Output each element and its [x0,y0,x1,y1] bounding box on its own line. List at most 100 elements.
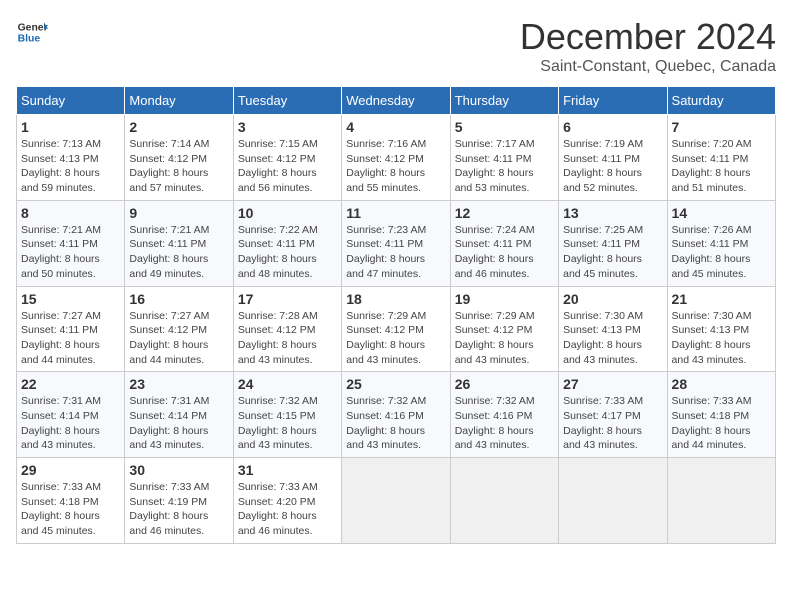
day-number: 8 [21,205,120,221]
day-number: 3 [238,119,337,135]
header-thursday: Thursday [450,87,558,115]
calendar-day-cell: 28 Sunrise: 7:33 AM Sunset: 4:18 PM Dayli… [667,372,775,458]
day-number: 14 [672,205,771,221]
calendar-day-cell: 22 Sunrise: 7:31 AM Sunset: 4:14 PM Dayli… [17,372,125,458]
day-number: 28 [672,376,771,392]
day-number: 11 [346,205,445,221]
calendar-day-cell: 4 Sunrise: 7:16 AM Sunset: 4:12 PM Daylig… [342,115,450,201]
day-info: Sunrise: 7:16 AM Sunset: 4:12 PM Dayligh… [346,137,445,196]
day-info: Sunrise: 7:33 AM Sunset: 4:19 PM Dayligh… [129,480,228,539]
day-number: 27 [563,376,662,392]
calendar-day-cell: 16 Sunrise: 7:27 AM Sunset: 4:12 PM Dayli… [125,286,233,372]
day-info: Sunrise: 7:32 AM Sunset: 4:16 PM Dayligh… [455,394,554,453]
calendar-day-cell: 17 Sunrise: 7:28 AM Sunset: 4:12 PM Dayli… [233,286,341,372]
page-container: General Blue General Blue December 2024 … [16,16,776,544]
header-friday: Friday [559,87,667,115]
calendar-day-cell [342,458,450,544]
calendar-week-row: 1 Sunrise: 7:13 AM Sunset: 4:13 PM Daylig… [17,115,776,201]
day-number: 6 [563,119,662,135]
calendar-day-cell [559,458,667,544]
day-info: Sunrise: 7:23 AM Sunset: 4:11 PM Dayligh… [346,223,445,282]
day-info: Sunrise: 7:27 AM Sunset: 4:12 PM Dayligh… [129,309,228,368]
calendar-day-cell: 20Sunrise: 7:30 AM Sunset: 4:13 PM Dayli… [559,286,667,372]
calendar-day-cell: 3Sunrise: 7:15 AM Sunset: 4:12 PM Daylig… [233,115,341,201]
day-info: Sunrise: 7:29 AM Sunset: 4:12 PM Dayligh… [455,309,554,368]
day-number: 29 [21,462,120,478]
day-info: Sunrise: 7:28 AM Sunset: 4:12 PM Dayligh… [238,309,337,368]
calendar-day-cell: 18 Sunrise: 7:29 AM Sunset: 4:12 PM Dayli… [342,286,450,372]
day-number: 4 [346,119,445,135]
calendar-day-cell: 7 Sunrise: 7:20 AM Sunset: 4:11 PM Daylig… [667,115,775,201]
day-number: 15 [21,291,120,307]
calendar-day-cell: 6 Sunrise: 7:19 AM Sunset: 4:11 PM Daylig… [559,115,667,201]
calendar-day-cell: 26 Sunrise: 7:32 AM Sunset: 4:16 PM Dayli… [450,372,558,458]
day-info: Sunrise: 7:33 AM Sunset: 4:18 PM Dayligh… [21,480,120,539]
day-info: Sunrise: 7:13 AM Sunset: 4:13 PM Dayligh… [21,137,120,196]
day-info: Sunrise: 7:21 AM Sunset: 4:11 PM Dayligh… [129,223,228,282]
day-number: 30 [129,462,228,478]
day-info: Sunrise: 7:20 AM Sunset: 4:11 PM Dayligh… [672,137,771,196]
day-number: 24 [238,376,337,392]
day-info: Sunrise: 7:26 AM Sunset: 4:11 PM Dayligh… [672,223,771,282]
calendar-day-cell: 23Sunrise: 7:31 AM Sunset: 4:14 PM Dayli… [125,372,233,458]
day-info: Sunrise: 7:19 AM Sunset: 4:11 PM Dayligh… [563,137,662,196]
day-info: Sunrise: 7:32 AM Sunset: 4:16 PM Dayligh… [346,394,445,453]
logo: General Blue General Blue [16,16,48,48]
calendar-day-cell: 25 Sunrise: 7:32 AM Sunset: 4:16 PM Dayli… [342,372,450,458]
calendar-table: Sunday Monday Tuesday Wednesday Thursday… [16,86,776,544]
day-number: 19 [455,291,554,307]
header-wednesday: Wednesday [342,87,450,115]
day-number: 9 [129,205,228,221]
calendar-day-cell: 8 Sunrise: 7:21 AM Sunset: 4:11 PM Daylig… [17,200,125,286]
calendar-week-row: 22 Sunrise: 7:31 AM Sunset: 4:14 PM Dayli… [17,372,776,458]
weekday-header-row: Sunday Monday Tuesday Wednesday Thursday… [17,87,776,115]
day-info: Sunrise: 7:14 AM Sunset: 4:12 PM Dayligh… [129,137,228,196]
day-info: Sunrise: 7:31 AM Sunset: 4:14 PM Dayligh… [21,394,120,453]
page-subtitle: Saint-Constant, Quebec, Canada [520,58,776,76]
day-info: Sunrise: 7:27 AM Sunset: 4:11 PM Dayligh… [21,309,120,368]
day-number: 23 [129,376,228,392]
day-info: Sunrise: 7:29 AM Sunset: 4:12 PM Dayligh… [346,309,445,368]
calendar-day-cell: 9 Sunrise: 7:21 AM Sunset: 4:11 PM Daylig… [125,200,233,286]
day-number: 1 [21,119,120,135]
title-block: December 2024 Saint-Constant, Quebec, Ca… [520,16,776,76]
calendar-day-cell: 1 Sunrise: 7:13 AM Sunset: 4:13 PM Daylig… [17,115,125,201]
day-info: Sunrise: 7:33 AM Sunset: 4:18 PM Dayligh… [672,394,771,453]
calendar-day-cell: 14 Sunrise: 7:26 AM Sunset: 4:11 PM Dayli… [667,200,775,286]
day-number: 10 [238,205,337,221]
calendar-week-row: 29 Sunrise: 7:33 AM Sunset: 4:18 PM Dayli… [17,458,776,544]
day-number: 25 [346,376,445,392]
day-number: 17 [238,291,337,307]
calendar-day-cell: 5 Sunrise: 7:17 AM Sunset: 4:11 PM Daylig… [450,115,558,201]
day-number: 22 [21,376,120,392]
day-number: 7 [672,119,771,135]
day-info: Sunrise: 7:21 AM Sunset: 4:11 PM Dayligh… [21,223,120,282]
day-number: 16 [129,291,228,307]
calendar-day-cell: 27 Sunrise: 7:33 AM Sunset: 4:17 PM Dayli… [559,372,667,458]
calendar-day-cell: 29 Sunrise: 7:33 AM Sunset: 4:18 PM Dayli… [17,458,125,544]
day-number: 21 [672,291,771,307]
day-info: Sunrise: 7:25 AM Sunset: 4:11 PM Dayligh… [563,223,662,282]
header-saturday: Saturday [667,87,775,115]
calendar-day-cell [667,458,775,544]
day-info: Sunrise: 7:24 AM Sunset: 4:11 PM Dayligh… [455,223,554,282]
logo-icon: General Blue [16,16,48,48]
day-number: 5 [455,119,554,135]
calendar-day-cell: 2 Sunrise: 7:14 AM Sunset: 4:12 PM Daylig… [125,115,233,201]
calendar-day-cell: 21Sunrise: 7:30 AM Sunset: 4:13 PM Dayli… [667,286,775,372]
calendar-day-cell: 11 Sunrise: 7:23 AM Sunset: 4:11 PM Dayli… [342,200,450,286]
day-number: 2 [129,119,228,135]
day-number: 26 [455,376,554,392]
svg-text:General: General [18,22,48,33]
day-info: Sunrise: 7:30 AM Sunset: 4:13 PM Dayligh… [563,309,662,368]
day-info: Sunrise: 7:33 AM Sunset: 4:20 PM Dayligh… [238,480,337,539]
calendar-day-cell: 15 Sunrise: 7:27 AM Sunset: 4:11 PM Dayli… [17,286,125,372]
calendar-week-row: 15 Sunrise: 7:27 AM Sunset: 4:11 PM Dayli… [17,286,776,372]
page-title: December 2024 [520,16,776,58]
day-info: Sunrise: 7:17 AM Sunset: 4:11 PM Dayligh… [455,137,554,196]
header-monday: Monday [125,87,233,115]
svg-text:Blue: Blue [18,34,41,45]
day-number: 31 [238,462,337,478]
day-number: 18 [346,291,445,307]
day-info: Sunrise: 7:33 AM Sunset: 4:17 PM Dayligh… [563,394,662,453]
